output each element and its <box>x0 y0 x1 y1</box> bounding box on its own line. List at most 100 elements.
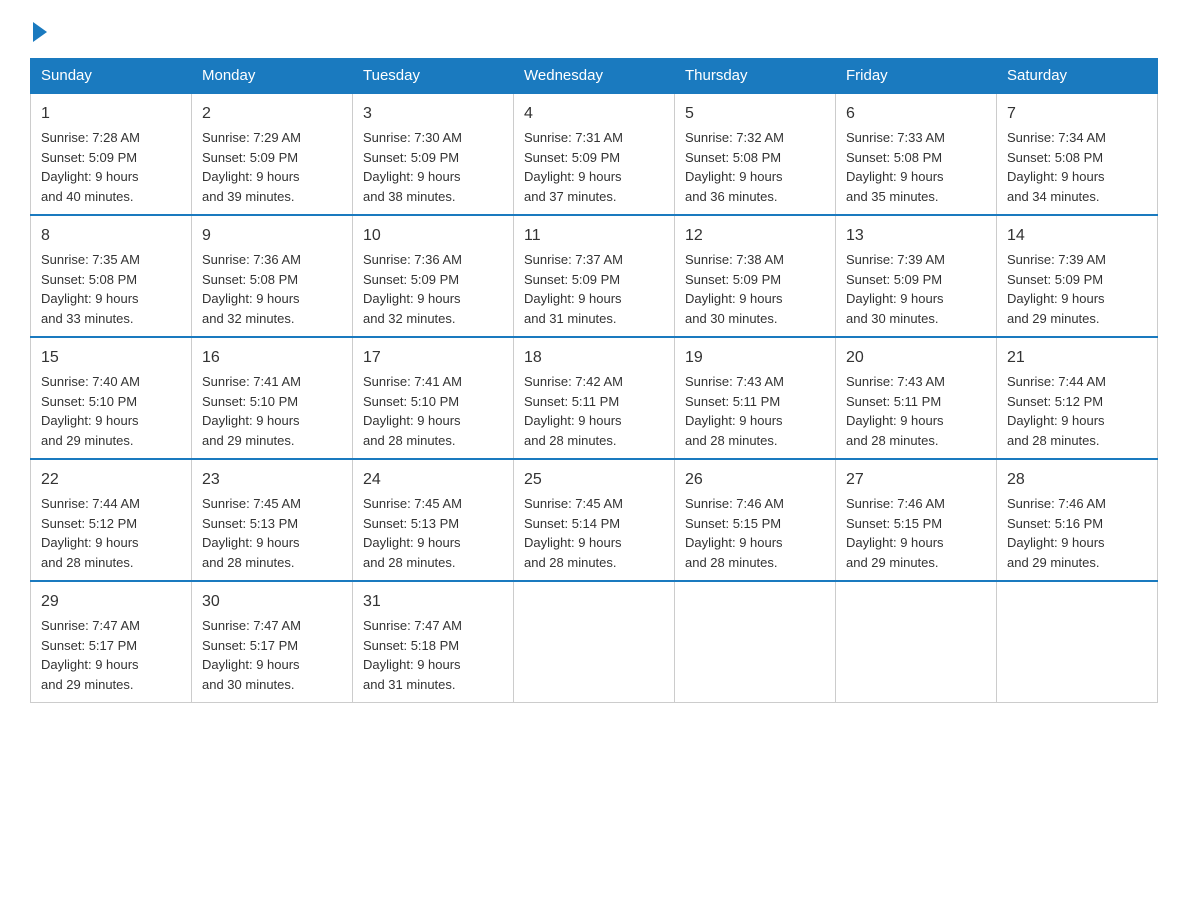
day-info: Sunrise: 7:38 AM Sunset: 5:09 PM Dayligh… <box>685 250 825 328</box>
day-number: 8 <box>41 224 181 248</box>
day-info: Sunrise: 7:47 AM Sunset: 5:17 PM Dayligh… <box>41 616 181 694</box>
day-info: Sunrise: 7:40 AM Sunset: 5:10 PM Dayligh… <box>41 372 181 450</box>
calendar-cell <box>514 581 675 703</box>
calendar-cell: 2Sunrise: 7:29 AM Sunset: 5:09 PM Daylig… <box>192 93 353 215</box>
day-info: Sunrise: 7:46 AM Sunset: 5:16 PM Dayligh… <box>1007 494 1147 572</box>
day-number: 12 <box>685 224 825 248</box>
calendar-cell: 8Sunrise: 7:35 AM Sunset: 5:08 PM Daylig… <box>31 215 192 337</box>
calendar-cell: 22Sunrise: 7:44 AM Sunset: 5:12 PM Dayli… <box>31 459 192 581</box>
day-info: Sunrise: 7:47 AM Sunset: 5:18 PM Dayligh… <box>363 616 503 694</box>
calendar-cell: 6Sunrise: 7:33 AM Sunset: 5:08 PM Daylig… <box>836 93 997 215</box>
day-number: 2 <box>202 102 342 126</box>
day-number: 19 <box>685 346 825 370</box>
day-number: 25 <box>524 468 664 492</box>
week-row: 1Sunrise: 7:28 AM Sunset: 5:09 PM Daylig… <box>31 93 1158 215</box>
calendar-cell: 14Sunrise: 7:39 AM Sunset: 5:09 PM Dayli… <box>997 215 1158 337</box>
day-info: Sunrise: 7:41 AM Sunset: 5:10 PM Dayligh… <box>202 372 342 450</box>
day-info: Sunrise: 7:44 AM Sunset: 5:12 PM Dayligh… <box>41 494 181 572</box>
calendar-cell: 3Sunrise: 7:30 AM Sunset: 5:09 PM Daylig… <box>353 93 514 215</box>
calendar-cell: 19Sunrise: 7:43 AM Sunset: 5:11 PM Dayli… <box>675 337 836 459</box>
day-info: Sunrise: 7:31 AM Sunset: 5:09 PM Dayligh… <box>524 128 664 206</box>
calendar-cell: 12Sunrise: 7:38 AM Sunset: 5:09 PM Dayli… <box>675 215 836 337</box>
logo <box>30 20 47 38</box>
day-number: 10 <box>363 224 503 248</box>
day-info: Sunrise: 7:28 AM Sunset: 5:09 PM Dayligh… <box>41 128 181 206</box>
calendar-cell: 29Sunrise: 7:47 AM Sunset: 5:17 PM Dayli… <box>31 581 192 703</box>
calendar-cell: 18Sunrise: 7:42 AM Sunset: 5:11 PM Dayli… <box>514 337 675 459</box>
day-number: 11 <box>524 224 664 248</box>
day-number: 14 <box>1007 224 1147 248</box>
day-number: 9 <box>202 224 342 248</box>
day-number: 20 <box>846 346 986 370</box>
day-info: Sunrise: 7:32 AM Sunset: 5:08 PM Dayligh… <box>685 128 825 206</box>
calendar-cell: 24Sunrise: 7:45 AM Sunset: 5:13 PM Dayli… <box>353 459 514 581</box>
calendar-cell: 16Sunrise: 7:41 AM Sunset: 5:10 PM Dayli… <box>192 337 353 459</box>
calendar-header: SundayMondayTuesdayWednesdayThursdayFrid… <box>31 59 1158 94</box>
calendar-cell: 9Sunrise: 7:36 AM Sunset: 5:08 PM Daylig… <box>192 215 353 337</box>
day-number: 24 <box>363 468 503 492</box>
day-number: 18 <box>524 346 664 370</box>
day-number: 13 <box>846 224 986 248</box>
day-info: Sunrise: 7:46 AM Sunset: 5:15 PM Dayligh… <box>685 494 825 572</box>
calendar-table: SundayMondayTuesdayWednesdayThursdayFrid… <box>30 58 1158 703</box>
calendar-cell: 30Sunrise: 7:47 AM Sunset: 5:17 PM Dayli… <box>192 581 353 703</box>
logo-arrow-icon <box>33 22 47 42</box>
day-info: Sunrise: 7:34 AM Sunset: 5:08 PM Dayligh… <box>1007 128 1147 206</box>
calendar-cell: 15Sunrise: 7:40 AM Sunset: 5:10 PM Dayli… <box>31 337 192 459</box>
day-info: Sunrise: 7:39 AM Sunset: 5:09 PM Dayligh… <box>1007 250 1147 328</box>
header-cell-wednesday: Wednesday <box>514 59 675 94</box>
calendar-cell: 25Sunrise: 7:45 AM Sunset: 5:14 PM Dayli… <box>514 459 675 581</box>
day-info: Sunrise: 7:35 AM Sunset: 5:08 PM Dayligh… <box>41 250 181 328</box>
calendar-cell: 4Sunrise: 7:31 AM Sunset: 5:09 PM Daylig… <box>514 93 675 215</box>
day-number: 15 <box>41 346 181 370</box>
calendar-cell: 23Sunrise: 7:45 AM Sunset: 5:13 PM Dayli… <box>192 459 353 581</box>
day-info: Sunrise: 7:45 AM Sunset: 5:14 PM Dayligh… <box>524 494 664 572</box>
header-cell-thursday: Thursday <box>675 59 836 94</box>
header-cell-friday: Friday <box>836 59 997 94</box>
day-number: 21 <box>1007 346 1147 370</box>
day-info: Sunrise: 7:47 AM Sunset: 5:17 PM Dayligh… <box>202 616 342 694</box>
calendar-cell: 21Sunrise: 7:44 AM Sunset: 5:12 PM Dayli… <box>997 337 1158 459</box>
calendar-cell <box>997 581 1158 703</box>
day-number: 7 <box>1007 102 1147 126</box>
calendar-cell: 20Sunrise: 7:43 AM Sunset: 5:11 PM Dayli… <box>836 337 997 459</box>
calendar-cell: 13Sunrise: 7:39 AM Sunset: 5:09 PM Dayli… <box>836 215 997 337</box>
logo-general <box>30 20 47 42</box>
header-cell-tuesday: Tuesday <box>353 59 514 94</box>
day-number: 31 <box>363 590 503 614</box>
day-info: Sunrise: 7:29 AM Sunset: 5:09 PM Dayligh… <box>202 128 342 206</box>
day-info: Sunrise: 7:37 AM Sunset: 5:09 PM Dayligh… <box>524 250 664 328</box>
week-row: 22Sunrise: 7:44 AM Sunset: 5:12 PM Dayli… <box>31 459 1158 581</box>
day-info: Sunrise: 7:41 AM Sunset: 5:10 PM Dayligh… <box>363 372 503 450</box>
page-header <box>30 20 1158 38</box>
calendar-cell: 28Sunrise: 7:46 AM Sunset: 5:16 PM Dayli… <box>997 459 1158 581</box>
day-info: Sunrise: 7:43 AM Sunset: 5:11 PM Dayligh… <box>846 372 986 450</box>
day-number: 30 <box>202 590 342 614</box>
day-number: 17 <box>363 346 503 370</box>
day-info: Sunrise: 7:45 AM Sunset: 5:13 PM Dayligh… <box>202 494 342 572</box>
header-cell-monday: Monday <box>192 59 353 94</box>
day-number: 4 <box>524 102 664 126</box>
day-number: 29 <box>41 590 181 614</box>
calendar-cell <box>675 581 836 703</box>
header-row: SundayMondayTuesdayWednesdayThursdayFrid… <box>31 59 1158 94</box>
calendar-body: 1Sunrise: 7:28 AM Sunset: 5:09 PM Daylig… <box>31 93 1158 703</box>
calendar-cell <box>836 581 997 703</box>
day-number: 1 <box>41 102 181 126</box>
day-number: 23 <box>202 468 342 492</box>
calendar-cell: 11Sunrise: 7:37 AM Sunset: 5:09 PM Dayli… <box>514 215 675 337</box>
week-row: 29Sunrise: 7:47 AM Sunset: 5:17 PM Dayli… <box>31 581 1158 703</box>
day-number: 26 <box>685 468 825 492</box>
header-cell-saturday: Saturday <box>997 59 1158 94</box>
header-cell-sunday: Sunday <box>31 59 192 94</box>
day-info: Sunrise: 7:36 AM Sunset: 5:08 PM Dayligh… <box>202 250 342 328</box>
week-row: 8Sunrise: 7:35 AM Sunset: 5:08 PM Daylig… <box>31 215 1158 337</box>
calendar-cell: 10Sunrise: 7:36 AM Sunset: 5:09 PM Dayli… <box>353 215 514 337</box>
calendar-cell: 7Sunrise: 7:34 AM Sunset: 5:08 PM Daylig… <box>997 93 1158 215</box>
week-row: 15Sunrise: 7:40 AM Sunset: 5:10 PM Dayli… <box>31 337 1158 459</box>
calendar-cell: 26Sunrise: 7:46 AM Sunset: 5:15 PM Dayli… <box>675 459 836 581</box>
day-number: 5 <box>685 102 825 126</box>
day-info: Sunrise: 7:44 AM Sunset: 5:12 PM Dayligh… <box>1007 372 1147 450</box>
day-number: 16 <box>202 346 342 370</box>
day-number: 27 <box>846 468 986 492</box>
